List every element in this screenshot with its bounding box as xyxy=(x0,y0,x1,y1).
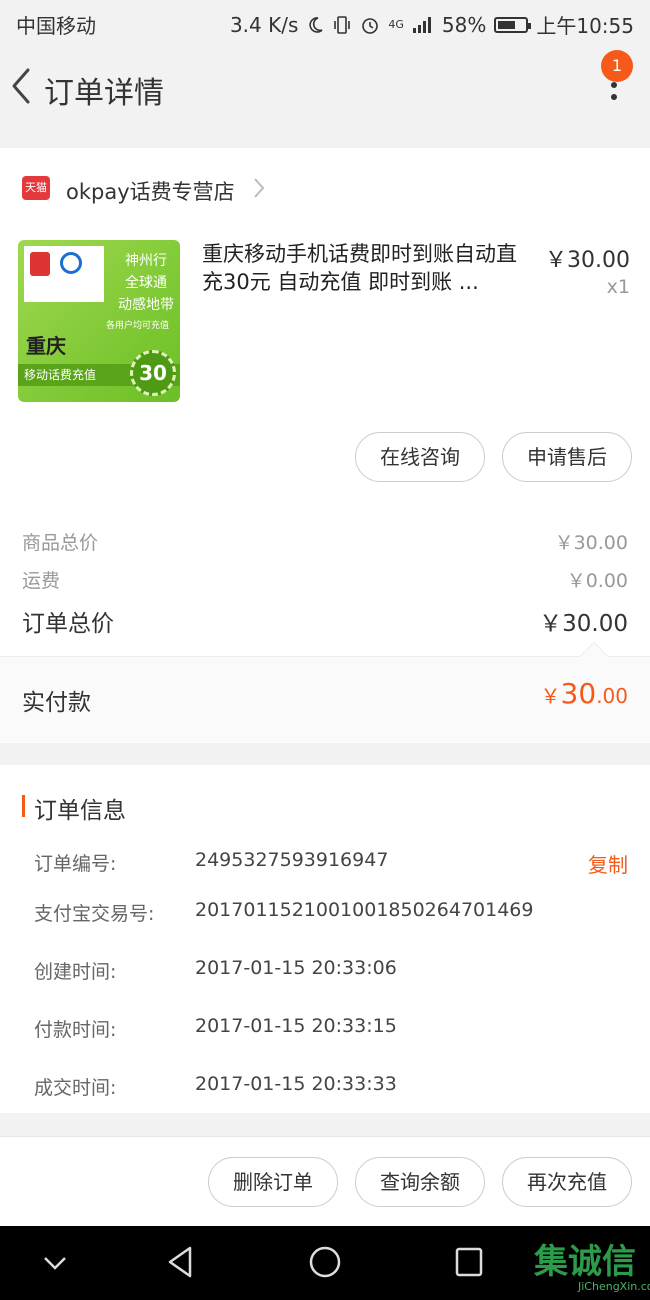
order-number-value: 2495327593916947 xyxy=(195,849,389,871)
product-title[interactable]: 重庆移动手机话费即时到账自动直充30元 自动充值 即时到账 ... xyxy=(202,240,532,296)
clock: 上午10:55 xyxy=(536,14,634,38)
goods-total-row: 商品总价 ￥30.00 xyxy=(22,528,628,558)
callout-arrow xyxy=(579,641,609,671)
product-image-city: 重庆 xyxy=(26,334,66,358)
order-total-label: 订单总价 xyxy=(22,611,114,637)
product-quantity: x1 xyxy=(606,276,630,298)
info-row-paid-time: 付款时间: 2017-01-15 20:33:15 xyxy=(34,1015,397,1041)
product-image[interactable]: 神州行 全球通 动感地带 各用户均可充值 重庆 移动话费充值 30 xyxy=(18,240,180,402)
shipping-value: ￥0.00 xyxy=(566,570,628,592)
back-triangle-icon[interactable] xyxy=(164,1244,196,1280)
query-balance-button[interactable]: 查询余额 xyxy=(355,1157,485,1207)
order-total-row: 订单总价 ￥30.00 xyxy=(22,604,628,637)
online-consult-button[interactable]: 在线咨询 xyxy=(355,432,485,482)
delete-order-button[interactable]: 删除订单 xyxy=(208,1157,338,1207)
goods-total-value: ￥30.00 xyxy=(554,532,628,554)
battery-percent: 58% xyxy=(441,12,487,37)
chevron-down-icon[interactable] xyxy=(40,1244,70,1280)
moon-icon xyxy=(309,16,323,33)
home-circle-icon[interactable] xyxy=(308,1244,342,1280)
after-sale-button[interactable]: 申请售后 xyxy=(502,432,632,482)
order-info-title: 订单信息 xyxy=(34,798,126,824)
product-price: ￥30.00 xyxy=(545,248,630,273)
network-type: 4G xyxy=(388,18,404,31)
product-image-small-text: 各用户均可充值 xyxy=(106,321,170,331)
status-bar: 中国移动 3.4 K/s 4G 58% 上午10:55 xyxy=(0,0,650,44)
shop-name: okpay话费专营店 xyxy=(66,180,235,204)
paid-value: ￥30.00 xyxy=(540,677,628,710)
brand-logos xyxy=(24,246,104,302)
order-item-card: 天猫 okpay话费专营店 神州行 全球通 动感地带 各用户均可充值 重庆 移动… xyxy=(0,148,650,743)
bottom-action-bar: 删除订单 查询余额 再次充值 xyxy=(0,1136,650,1226)
signal-icon xyxy=(412,16,431,33)
product-image-slogan: 神州行 全球通 动感地带 xyxy=(118,253,174,313)
status-right: 3.4 K/s 4G 58% 上午10:55 xyxy=(230,10,634,39)
info-row-created-time: 创建时间: 2017-01-15 20:33:06 xyxy=(34,957,397,983)
section-accent-bar xyxy=(22,795,25,817)
tmall-logo: 天猫 xyxy=(22,176,50,200)
product-image-amount-seal: 30 xyxy=(130,350,176,396)
carrier-label: 中国移动 xyxy=(16,14,96,38)
info-row-alipay-number: 支付宝交易号: 2017011521001001850264701469 xyxy=(34,899,534,925)
vibrate-icon xyxy=(334,15,351,34)
recharge-again-button[interactable]: 再次充值 xyxy=(502,1157,632,1207)
info-row-deal-time: 成交时间: 2017-01-15 20:33:33 xyxy=(34,1073,397,1099)
paid-amount-row: 实付款 ￥30.00 xyxy=(0,641,650,742)
shop-row[interactable]: 天猫 okpay话费专营店 xyxy=(0,170,650,210)
order-total-value: ￥30.00 xyxy=(539,611,628,637)
info-row-order-number: 订单编号: 2495327593916947 复制 xyxy=(34,849,628,878)
paid-label: 实付款 xyxy=(22,690,91,716)
chevron-right-icon xyxy=(254,178,265,198)
shipping-label: 运费 xyxy=(22,570,61,592)
page-title: 订单详情 xyxy=(44,76,164,111)
back-arrow-icon[interactable] xyxy=(6,64,36,108)
alarm-icon xyxy=(362,17,379,34)
copy-button[interactable]: 复制 xyxy=(588,849,628,878)
recents-square-icon[interactable] xyxy=(454,1244,484,1280)
order-info-card: 订单信息 订单编号: 2495327593916947 复制 支付宝交易号: 2… xyxy=(0,765,650,1113)
system-nav-bar: 集诚信 JiChengXin.com xyxy=(0,1226,650,1300)
nav-bar: 订单详情 1 xyxy=(0,44,650,132)
battery-icon xyxy=(494,16,532,33)
notification-badge: 1 xyxy=(601,50,633,82)
goods-total-label: 商品总价 xyxy=(22,532,99,554)
network-speed: 3.4 K/s xyxy=(229,12,299,37)
shipping-row: 运费 ￥0.00 xyxy=(22,566,628,596)
watermark-logo: 集诚信 JiChengXin.com xyxy=(534,1242,650,1293)
